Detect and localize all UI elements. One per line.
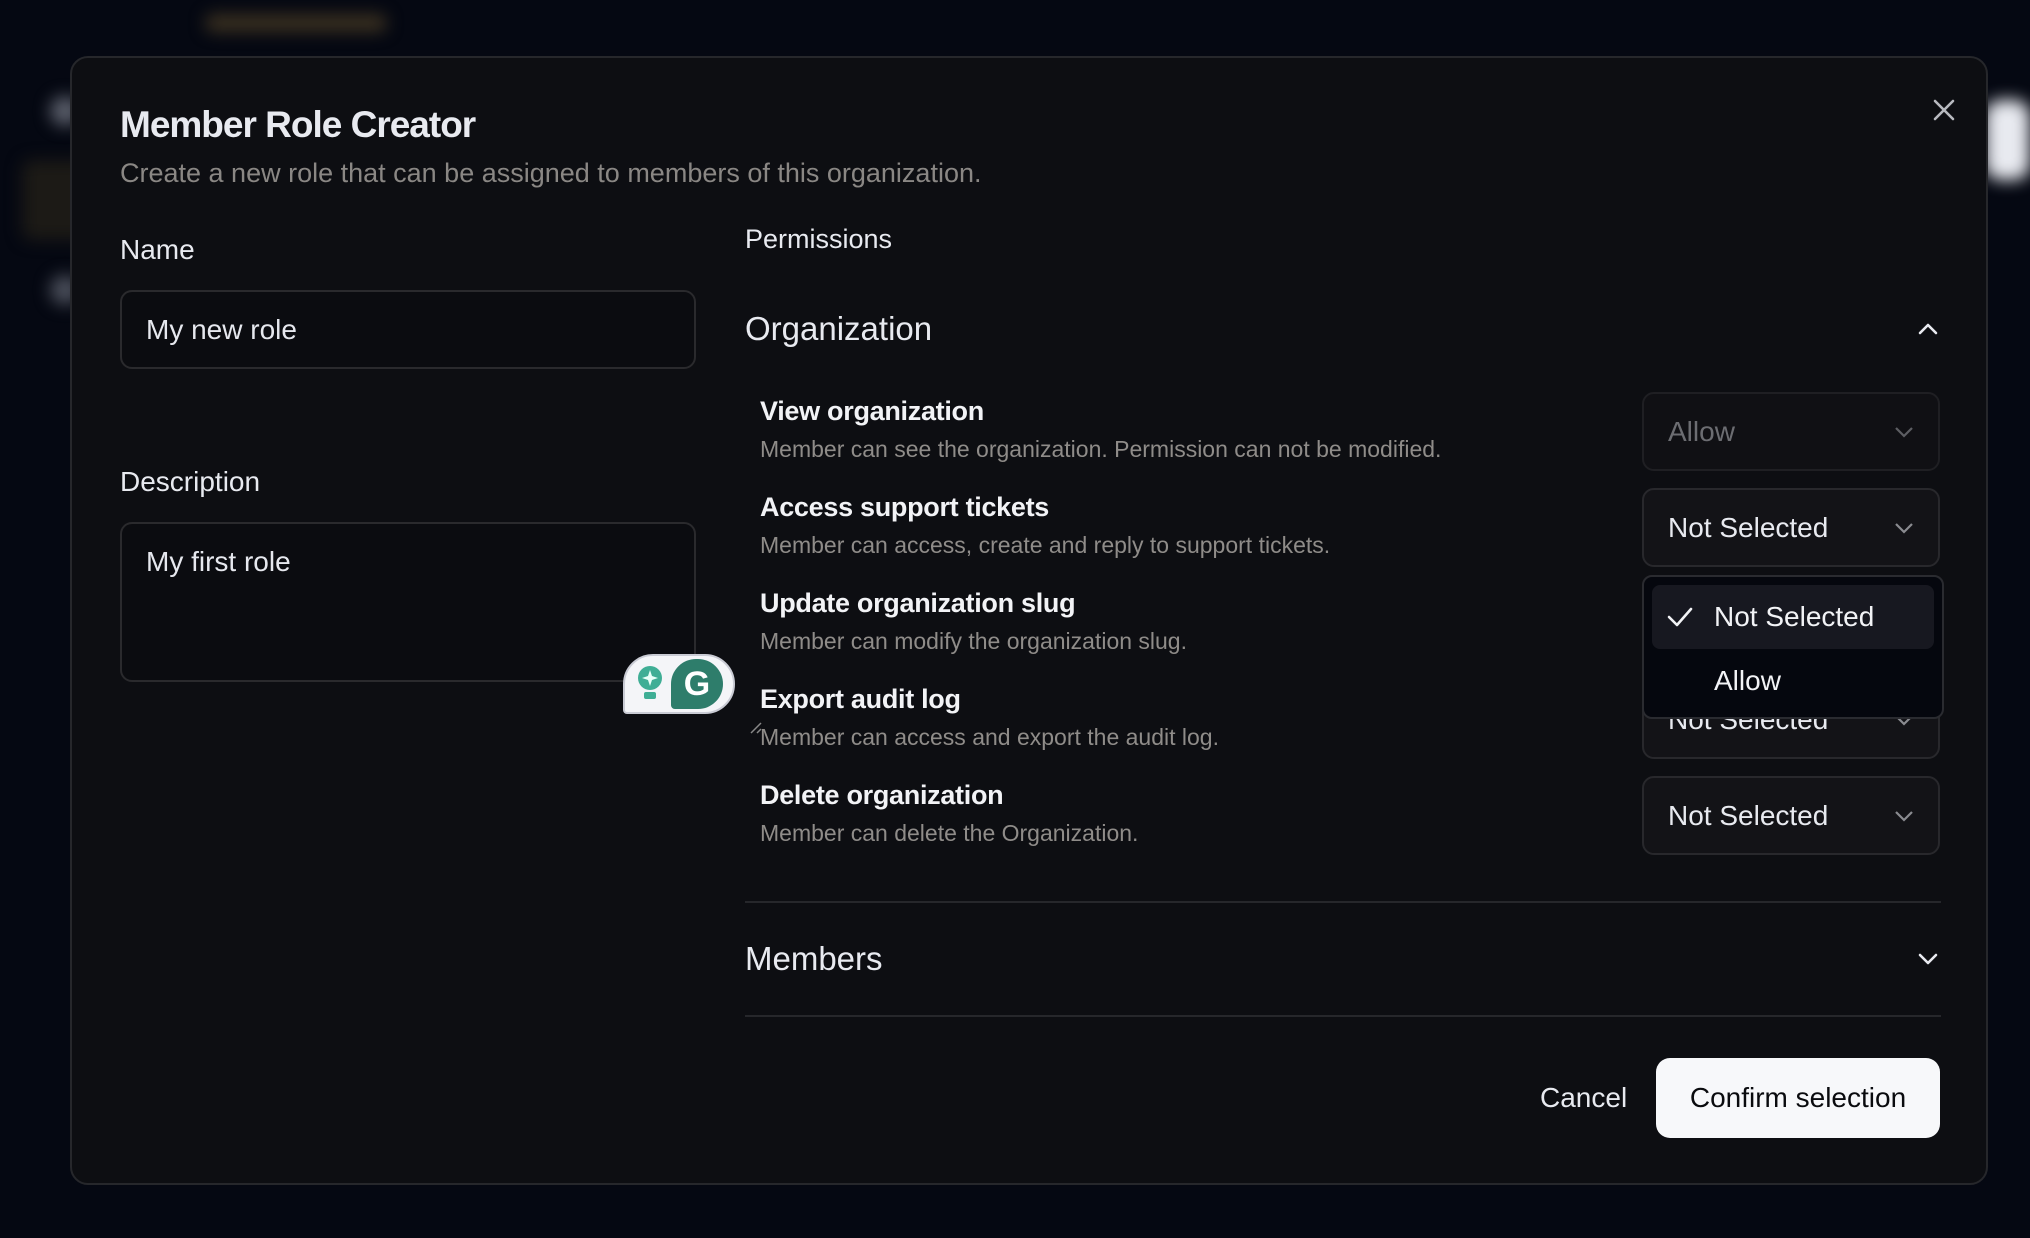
- description-textarea[interactable]: My first role: [120, 522, 696, 682]
- section-divider: [745, 901, 1941, 903]
- chevron-up-icon: [1918, 323, 1938, 335]
- dropdown-option-allow[interactable]: Allow: [1652, 649, 1934, 713]
- view-organization-select: Allow: [1642, 392, 1940, 471]
- permissions-label: Permissions: [745, 224, 893, 254]
- check-icon: [1666, 602, 1700, 632]
- dialog-title: Member Role Creator: [120, 104, 476, 145]
- section-organization-header[interactable]: Organization: [745, 304, 1941, 354]
- section-title: Organization: [745, 310, 933, 347]
- permission-description: Member can see the organization. Permiss…: [760, 436, 1442, 462]
- grammarly-widget[interactable]: G: [623, 654, 735, 714]
- close-icon: [1933, 99, 1955, 121]
- permission-title: Export audit log: [760, 684, 961, 714]
- option-label: Allow: [1714, 665, 1781, 696]
- background-button-blurred: [1985, 100, 2030, 180]
- confirm-selection-button[interactable]: Confirm selection: [1656, 1058, 1940, 1138]
- description-label: Description: [120, 466, 261, 497]
- permission-description: Member can modify the organization slug.: [760, 628, 1187, 654]
- permission-description: Member can delete the Organization.: [760, 820, 1139, 846]
- delete-organization-select[interactable]: Not Selected: [1642, 776, 1940, 855]
- select-value: Not Selected: [1668, 511, 1829, 543]
- cancel-button[interactable]: Cancel: [1516, 1058, 1651, 1138]
- permission-title: Update organization slug: [760, 588, 1076, 618]
- member-role-creator-dialog: Member Role Creator Create a new role th…: [70, 56, 1988, 1185]
- permission-title: Access support tickets: [760, 492, 1050, 522]
- grammarly-logo-icon: G: [671, 659, 723, 709]
- permission-title: View organization: [760, 396, 984, 426]
- select-value: Allow: [1668, 415, 1735, 447]
- chevron-down-icon: [1895, 426, 1913, 438]
- chevron-down-icon: [1895, 810, 1913, 822]
- permission-options-dropdown: Not Selected Allow: [1642, 575, 1944, 719]
- permission-description: Member can access, create and reply to s…: [760, 532, 1331, 558]
- section-divider: [745, 1015, 1941, 1017]
- select-value: Not Selected: [1668, 799, 1829, 831]
- background-tab-blurred: [205, 14, 387, 32]
- dialog-subtitle: Create a new role that can be assigned t…: [120, 158, 982, 188]
- section-members-header[interactable]: Members: [745, 934, 1941, 984]
- lightbulb-icon: [637, 665, 663, 703]
- chevron-down-icon: [1918, 953, 1938, 965]
- permission-description: Member can access and export the audit l…: [760, 724, 1219, 750]
- name-label: Name: [120, 234, 195, 265]
- access-support-tickets-select[interactable]: Not Selected: [1642, 488, 1940, 567]
- name-input[interactable]: [120, 290, 696, 369]
- close-button[interactable]: [1924, 90, 1964, 130]
- permission-title: Delete organization: [760, 780, 1004, 810]
- section-title: Members: [745, 940, 883, 977]
- option-label: Not Selected: [1714, 601, 1875, 632]
- chevron-down-icon: [1895, 522, 1913, 534]
- dropdown-option-not-selected[interactable]: Not Selected: [1652, 585, 1934, 649]
